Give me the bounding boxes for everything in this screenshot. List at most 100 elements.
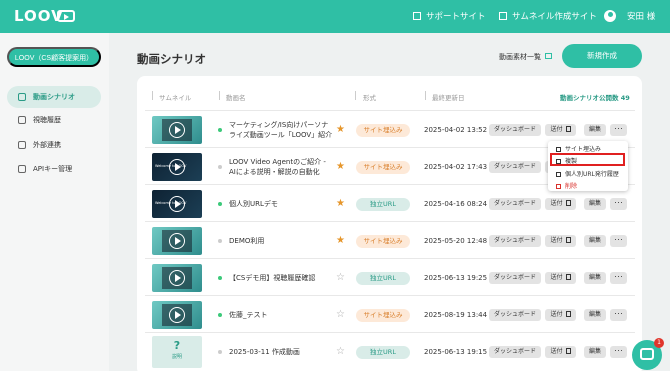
- column-divider: [425, 91, 426, 100]
- video-name[interactable]: 2025-03-11 作成動画: [229, 347, 333, 357]
- sidebar-item-integrations[interactable]: 外部連携: [7, 134, 101, 156]
- favorite-star-icon[interactable]: ★: [336, 199, 345, 209]
- row-thumbnail[interactable]: [152, 264, 202, 292]
- column-divider: [355, 91, 356, 100]
- more-button[interactable]: ･･･: [610, 198, 627, 210]
- status-dot: [218, 276, 222, 280]
- play-icon: [169, 270, 185, 286]
- row-thumbnail[interactable]: Welcome to LOOV: [152, 190, 202, 218]
- edit-button[interactable]: 編集: [584, 272, 606, 284]
- top-header: LOOV サポートサイト サムネイル作成サイト 安田 様: [0, 0, 670, 33]
- menu-item-site-embed[interactable]: サイト埋込み: [556, 144, 601, 153]
- row-thumbnail[interactable]: [152, 227, 202, 255]
- send-button[interactable]: 送付: [545, 124, 576, 136]
- send-button[interactable]: 送付: [545, 272, 576, 284]
- camera-logo-icon: [57, 10, 75, 22]
- copy-icon: [565, 311, 571, 317]
- dashboard-button[interactable]: ダッシュボード: [489, 346, 541, 358]
- copy-icon: [565, 348, 571, 354]
- column-divider: [219, 91, 220, 100]
- status-dot: [218, 165, 222, 169]
- scenario-table-card: [137, 76, 642, 371]
- row-thumbnail[interactable]: ? 説明: [152, 336, 202, 368]
- user-name[interactable]: 安田 様: [627, 10, 655, 22]
- format-badge: 独立URL: [356, 272, 410, 285]
- copy-icon: [565, 200, 571, 206]
- edit-button[interactable]: 編集: [584, 346, 606, 358]
- video-name[interactable]: 佐藤_テスト: [229, 310, 333, 320]
- format-badge: サイト埋込み: [356, 161, 410, 174]
- video-name[interactable]: DEMO利用: [229, 236, 333, 246]
- row-thumbnail[interactable]: Welcome to LOOV: [152, 153, 202, 181]
- dashboard-button[interactable]: ダッシュボード: [489, 124, 541, 136]
- sidebar-item-api-keys[interactable]: APIキー管理: [7, 158, 101, 180]
- edit-button[interactable]: 編集: [584, 124, 606, 136]
- thumbnail-site-link[interactable]: サムネイル作成サイト: [499, 10, 597, 22]
- user-icon[interactable]: [604, 10, 616, 22]
- dashboard-button[interactable]: ダッシュボード: [489, 161, 541, 173]
- support-site-link[interactable]: サポートサイト: [413, 10, 486, 22]
- updated-date: 2025-04-02 17:43: [424, 163, 488, 171]
- favorite-star-icon[interactable]: ☆: [336, 273, 345, 283]
- edit-button[interactable]: 編集: [584, 235, 606, 247]
- video-name[interactable]: 個人別URLデモ: [229, 199, 333, 209]
- updated-date: 2025-06-13 19:15: [424, 348, 488, 356]
- public-count: 動画シナリオ公開数 49: [560, 94, 630, 102]
- favorite-star-icon[interactable]: ☆: [336, 347, 345, 357]
- status-dot: [218, 313, 222, 317]
- menu-item-delete[interactable]: 削除: [556, 181, 577, 190]
- more-button[interactable]: ･･･: [610, 272, 627, 284]
- play-icon: [169, 307, 185, 323]
- chat-button[interactable]: 1: [632, 338, 664, 370]
- menu-item-url-history[interactable]: 個人別URL発行履歴: [556, 169, 619, 178]
- video-name[interactable]: LOOV Video Agentのご紹介 - AIによる説明・解説の自動化: [229, 157, 333, 177]
- send-button[interactable]: 送付: [545, 346, 576, 358]
- video-name[interactable]: 【CSデモ用】視聴履歴確認: [229, 273, 333, 283]
- favorite-star-icon[interactable]: ★: [336, 236, 345, 246]
- video-name[interactable]: マーケティング/IS向けパーソナライズ動画ツール「LOOV」紹介: [229, 120, 333, 140]
- copy-icon: [565, 237, 571, 243]
- updated-date: 2025-04-16 08:24: [424, 200, 488, 208]
- updated-date: 2025-05-20 12:48: [424, 237, 488, 245]
- send-button[interactable]: 送付: [545, 309, 576, 321]
- row-thumbnail[interactable]: [152, 116, 202, 144]
- dashboard-button[interactable]: ダッシュボード: [489, 235, 541, 247]
- dashboard-button[interactable]: ダッシュボード: [489, 309, 541, 321]
- download-icon: [556, 172, 561, 177]
- row-thumbnail[interactable]: [152, 301, 202, 329]
- favorite-star-icon[interactable]: ☆: [336, 310, 345, 320]
- more-button[interactable]: ･･･: [610, 309, 627, 321]
- trash-icon: [556, 184, 561, 189]
- format-badge: 独立URL: [356, 346, 410, 359]
- format-badge: サイト埋込み: [356, 309, 410, 322]
- edit-button[interactable]: 編集: [584, 198, 606, 210]
- status-dot: [218, 239, 222, 243]
- more-button[interactable]: ･･･: [610, 235, 627, 247]
- col-name: 動画名: [226, 94, 246, 102]
- row-divider: [145, 221, 635, 222]
- new-create-button[interactable]: 新規作成: [562, 44, 642, 68]
- scenario-icon: [18, 93, 26, 101]
- updated-date: 2025-08-19 13:44: [424, 311, 488, 319]
- dashboard-button[interactable]: ダッシュボード: [489, 272, 541, 284]
- sidebar-item-video-scenario[interactable]: 動画シナリオ: [7, 86, 101, 108]
- material-list-link[interactable]: 動画素材一覧: [499, 52, 552, 62]
- copy-icon: [565, 126, 571, 132]
- chat-badge: 1: [654, 338, 664, 348]
- edit-button[interactable]: 編集: [584, 309, 606, 321]
- more-button[interactable]: ･･･: [610, 124, 627, 136]
- org-selector-button[interactable]: LOOV（CS顧客提案用）: [7, 47, 101, 67]
- more-button[interactable]: ･･･: [610, 346, 627, 358]
- copy-icon: [565, 274, 571, 280]
- row-divider: [145, 295, 635, 296]
- row-divider: [145, 258, 635, 259]
- favorite-star-icon[interactable]: ★: [336, 125, 345, 135]
- favorite-star-icon[interactable]: ★: [336, 162, 345, 172]
- chat-icon: [640, 348, 654, 360]
- send-button[interactable]: 送付: [545, 198, 576, 210]
- send-button[interactable]: 送付: [545, 235, 576, 247]
- dashboard-button[interactable]: ダッシュボード: [489, 198, 541, 210]
- duplicate-highlight-box: [550, 153, 625, 166]
- format-badge: サイト埋込み: [356, 124, 410, 137]
- sidebar-item-view-history[interactable]: 視聴履歴: [7, 109, 101, 131]
